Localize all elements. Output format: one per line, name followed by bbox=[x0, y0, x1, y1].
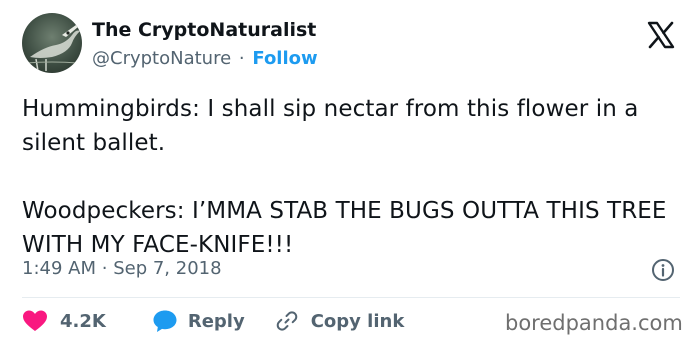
heart-icon bbox=[23, 310, 47, 331]
tweet-timestamp[interactable]: 1:49 AM · Sep 7, 2018 bbox=[22, 257, 222, 281]
info-icon[interactable] bbox=[651, 258, 675, 282]
action-bar: 4.2K Reply Copy link bbox=[22, 308, 404, 334]
author-name[interactable]: The CryptoNaturalist bbox=[92, 18, 316, 42]
tweet-card: The CryptoNaturalist @CryptoNature · Fol… bbox=[0, 0, 700, 348]
tweet-paragraph: Woodpeckers: I’MMA STAB THE BUGS OUTTA T… bbox=[22, 198, 667, 258]
like-count: 4.2K bbox=[60, 310, 106, 332]
x-logo-icon[interactable] bbox=[646, 20, 676, 50]
author-handle-row: @CryptoNature · Follow bbox=[92, 47, 318, 71]
tweet-text: Hummingbirds: I shall sip nectar from th… bbox=[22, 92, 682, 262]
tweet-paragraph: Hummingbirds: I shall sip nectar from th… bbox=[22, 96, 639, 156]
follow-button[interactable]: Follow bbox=[252, 48, 317, 69]
separator-dot: · bbox=[238, 48, 245, 69]
like-button[interactable]: 4.2K bbox=[22, 309, 106, 333]
link-icon bbox=[276, 311, 297, 331]
divider bbox=[22, 297, 680, 298]
reply-bubble-icon bbox=[153, 310, 177, 332]
separator-dot: · bbox=[101, 258, 108, 279]
tweet-date[interactable]: Sep 7, 2018 bbox=[113, 258, 221, 279]
copy-link-button[interactable]: Copy link bbox=[275, 309, 405, 333]
watermark: boredpanda.com bbox=[505, 311, 683, 335]
reply-label: Reply bbox=[187, 310, 245, 332]
author-handle[interactable]: @CryptoNature bbox=[92, 48, 231, 69]
tweet-time[interactable]: 1:49 AM bbox=[22, 258, 96, 279]
reply-button[interactable]: Reply bbox=[152, 309, 245, 333]
copy-link-label: Copy link bbox=[310, 310, 405, 332]
heron-avatar-icon[interactable] bbox=[22, 13, 82, 73]
